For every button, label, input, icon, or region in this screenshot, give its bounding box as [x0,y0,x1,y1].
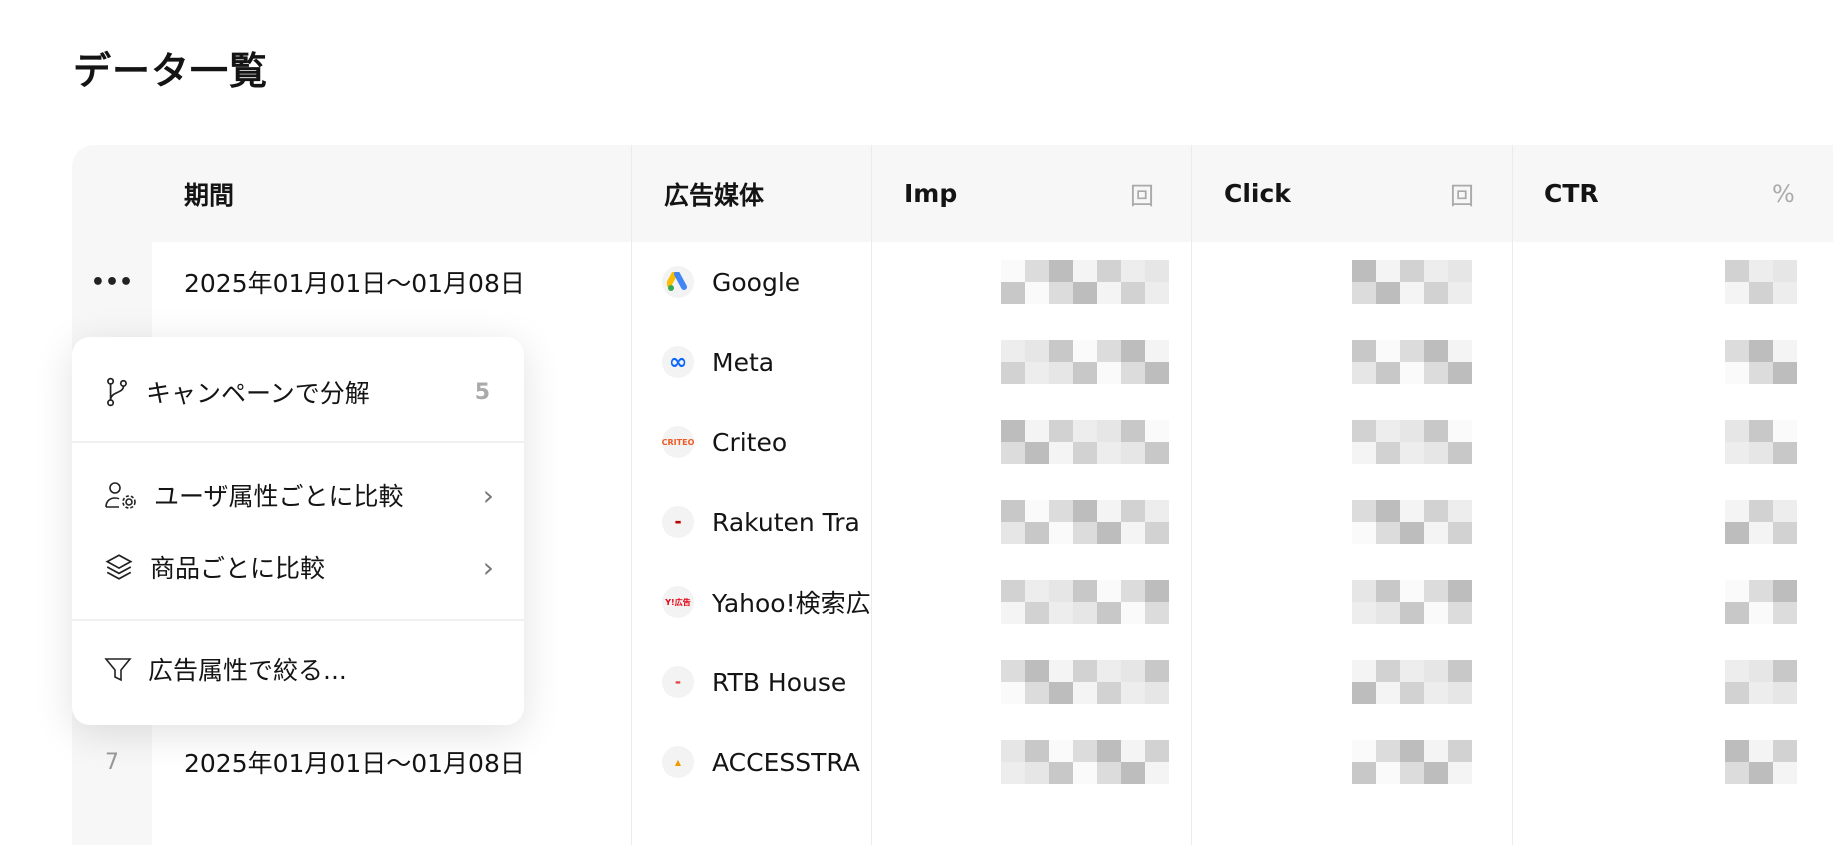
redacted-value [1725,740,1797,784]
filter-icon [104,658,132,682]
more-horizontal-icon[interactable]: ••• [72,242,152,322]
column-header-media[interactable]: 広告媒体 [664,145,764,242]
count-badge: 5 [474,379,490,405]
redacted-value [1352,340,1472,384]
column-header-period[interactable]: 期間 [184,145,234,242]
redacted-value [1352,260,1472,304]
redacted-value [1725,260,1797,304]
media-name: ACCESSTRA [712,747,860,777]
media-name: Criteo [712,427,788,457]
media-name: Yahoo!検索広 [712,589,870,618]
user-settings-icon [105,482,136,509]
menu-item-filter-by-ad-attribute[interactable]: 広告属性で絞る... [72,634,524,704]
redacted-value [1352,500,1472,544]
menu-item-split-by-campaign[interactable]: キャンペーンで分解 5 [72,357,524,427]
media-cell: ▬ RTB House [662,642,870,722]
redacted-value [1725,340,1797,384]
redacted-value [1725,500,1797,544]
rtbhouse-icon: ▬ [662,666,694,698]
media-cell: Google [662,242,870,322]
table-row[interactable]: 7 2025年01月01日〜01月08日 ▲ ACCESSTRA [72,722,1833,802]
criteo-icon: CRITEO [662,426,694,458]
menu-item-label: キャンペーンで分解 [146,379,370,408]
period-cell: 2025年01月01日〜01月08日 [184,269,525,298]
page-title: データ一覧 [73,49,269,93]
redacted-value [1001,420,1169,464]
media-name: Google [712,267,801,297]
menu-item-label: ユーザ属性ごとに比較 [154,482,404,511]
media-cell: ▬ Rakuten Tra [662,482,870,562]
chevron-right-icon: › [482,478,494,512]
redacted-value [1352,740,1472,784]
yahoo-icon: Y!広告 [662,586,694,618]
redacted-value [1725,580,1797,624]
media-name: Meta [712,347,775,377]
redacted-value [1001,340,1169,384]
layers-icon [105,554,133,580]
chevron-right-icon: › [482,550,494,584]
unit-label: 回 [1450,182,1474,210]
redacted-value [1001,660,1169,704]
media-name: RTB House [712,667,847,697]
media-cell: ▲ ACCESSTRA [662,722,870,802]
media-cell: ∞ Meta [662,322,870,402]
period-cell: 2025年01月01日〜01月08日 [184,749,525,778]
menu-item-label: 商品ごとに比較 [150,554,326,583]
redacted-value [1001,260,1169,304]
meta-icon: ∞ [662,346,694,378]
column-header-click[interactable]: Click [1224,145,1291,242]
unit-label: % [1772,179,1795,208]
table-row[interactable]: ••• 2025年01月01日〜01月08日 Google [72,242,1833,322]
redacted-value [1001,580,1169,624]
media-cell: CRITEO Criteo [662,402,870,482]
media-name: Rakuten Tra [712,507,860,537]
rakuten-icon: ▬ [662,506,694,538]
column-header-ctr[interactable]: CTR [1544,145,1599,242]
row-index: 7 [105,749,119,775]
redacted-value [1001,500,1169,544]
menu-item-compare-by-user-attribute[interactable]: ユーザ属性ごとに比較 › [72,460,524,530]
redacted-value [1725,420,1797,464]
redacted-value [1725,660,1797,704]
google-ads-icon [662,266,694,298]
git-branch-icon [107,377,127,407]
media-cell: Y!広告 Yahoo!検索広 [662,562,870,642]
redacted-value [1352,580,1472,624]
context-menu: キャンペーンで分解 5 ユーザ属性ごとに比較 › 商品ごとに比較 › 広告属性で… [72,337,524,725]
column-header-imp[interactable]: Imp [904,145,957,242]
menu-item-label: 広告属性で絞る... [148,656,347,685]
redacted-value [1001,740,1169,784]
accesstrade-icon: ▲ [662,746,694,778]
unit-label: 回 [1130,182,1154,210]
menu-item-compare-by-product[interactable]: 商品ごとに比較 › [72,532,524,602]
redacted-value [1352,660,1472,704]
redacted-value [1352,420,1472,464]
